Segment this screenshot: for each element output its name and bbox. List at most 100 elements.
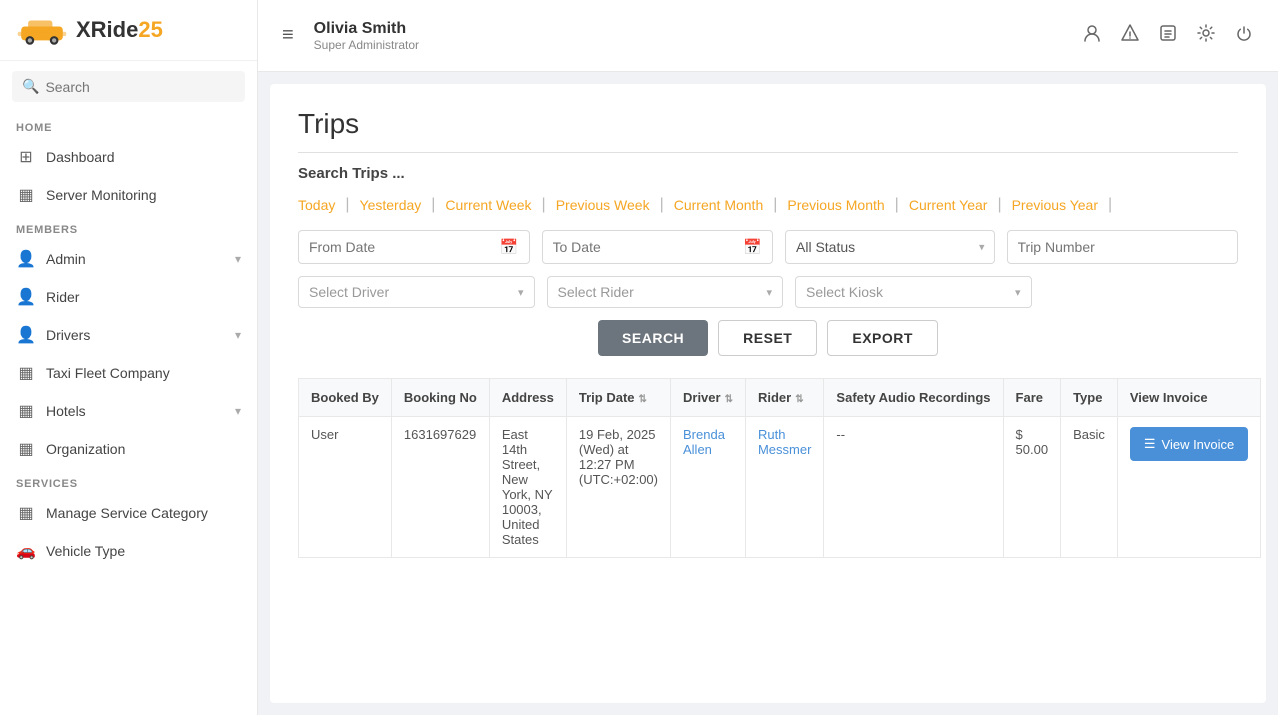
table-header-row: Booked By Booking No Address Trip Date⇅ …: [299, 379, 1261, 417]
vehicle-type-icon: 🚗: [16, 541, 36, 561]
user-profile-icon[interactable]: [1082, 23, 1102, 48]
cell-view-invoice: ☰ View Invoice: [1117, 417, 1260, 558]
sidebar-item-drivers[interactable]: 👤 Drivers ▾: [0, 316, 257, 354]
filter-link-previous-year[interactable]: Previous Year: [1002, 197, 1108, 213]
select-kiosk-dropdown[interactable]: Select Kiosk ▾: [795, 276, 1032, 308]
hotels-icon: ▦: [16, 401, 36, 421]
driver-link[interactable]: Brenda Allen: [683, 427, 725, 457]
cell-booked-by: User: [299, 417, 392, 558]
rider-sort-icon: ⇅: [795, 394, 803, 405]
select-driver-dropdown[interactable]: Select Driver ▾: [298, 276, 535, 308]
header-user-role: Super Administrator: [314, 38, 1082, 52]
date-filter-links: Today | Yesterday | Current Week | Previ…: [298, 196, 1238, 214]
from-date-calendar-icon: 📅: [500, 238, 519, 256]
from-date-input[interactable]: [309, 239, 494, 255]
chevron-down-icon: ▾: [235, 328, 241, 342]
chevron-down-icon: ▾: [235, 252, 241, 266]
server-monitoring-icon: ▦: [16, 185, 36, 205]
sidebar-item-server-monitoring[interactable]: ▦ Server Monitoring: [0, 176, 257, 214]
sidebar-logo: XRide25: [0, 0, 257, 61]
header-action-icons: [1082, 23, 1254, 48]
status-select[interactable]: All Status: [785, 230, 995, 264]
sidebar-item-vehicle-type[interactable]: 🚗 Vehicle Type: [0, 532, 257, 570]
col-booked-by: Booked By: [299, 379, 392, 417]
header: ≡ Olivia Smith Super Administrator: [258, 0, 1278, 72]
sidebar-item-rider[interactable]: 👤 Rider: [0, 278, 257, 316]
filters-row-2: Select Driver ▾ Select Rider ▾ Select Ki…: [298, 276, 1238, 308]
sidebar-section-home: HOME: [0, 112, 257, 138]
kiosk-chevron-icon: ▾: [1015, 286, 1021, 299]
cell-fare: $ 50.00: [1003, 417, 1061, 558]
cell-booking-no: 1631697629: [391, 417, 489, 558]
sidebar-search-bar[interactable]: 🔍: [12, 71, 245, 102]
export-button[interactable]: EXPORT: [827, 320, 938, 356]
header-user-name: Olivia Smith: [314, 20, 1082, 38]
col-view-invoice: View Invoice: [1117, 379, 1260, 417]
page-title: Trips: [298, 108, 1238, 153]
to-date-calendar-icon: 📅: [743, 238, 762, 256]
reset-button[interactable]: RESET: [718, 320, 817, 356]
filter-link-previous-week[interactable]: Previous Week: [546, 197, 660, 213]
invoice-list-icon: ☰: [1144, 436, 1156, 452]
sidebar-item-hotels[interactable]: ▦ Hotels ▾: [0, 392, 257, 430]
to-date-field[interactable]: 📅: [542, 230, 774, 264]
col-booking-no: Booking No: [391, 379, 489, 417]
rider-chevron-icon: ▾: [766, 286, 772, 299]
checklist-icon[interactable]: [1158, 23, 1178, 48]
search-button[interactable]: SEARCH: [598, 320, 708, 356]
from-date-field[interactable]: 📅: [298, 230, 530, 264]
sidebar-item-taxi-fleet[interactable]: ▦ Taxi Fleet Company: [0, 354, 257, 392]
hamburger-menu-icon[interactable]: ≡: [282, 24, 294, 47]
sidebar-item-dashboard[interactable]: ⊞ Dashboard: [0, 138, 257, 176]
logo-text: XRide25: [76, 17, 163, 43]
sidebar: XRide25 🔍 HOME ⊞ Dashboard ▦ Server Moni…: [0, 0, 258, 715]
col-address: Address: [489, 379, 566, 417]
sidebar-section-services: SERVICES: [0, 468, 257, 494]
action-buttons: SEARCH RESET EXPORT: [298, 320, 1238, 356]
cell-driver: Brenda Allen: [671, 417, 746, 558]
filter-link-previous-month[interactable]: Previous Month: [777, 197, 894, 213]
search-section-title: Search Trips ...: [298, 165, 1238, 182]
filter-link-current-week[interactable]: Current Week: [435, 197, 541, 213]
trip-date-sort-icon: ⇅: [639, 394, 647, 405]
driver-sort-icon: ⇅: [725, 394, 733, 405]
sidebar-item-admin[interactable]: 👤 Admin ▾: [0, 240, 257, 278]
col-driver: Driver⇅: [671, 379, 746, 417]
driver-chevron-icon: ▾: [518, 286, 524, 299]
drivers-icon: 👤: [16, 325, 36, 345]
rider-icon: 👤: [16, 287, 36, 307]
sidebar-item-organization[interactable]: ▦ Organization: [0, 430, 257, 468]
main-content: Trips Search Trips ... Today | Yesterday…: [270, 84, 1266, 703]
search-icon: 🔍: [22, 78, 39, 95]
alert-icon[interactable]: [1120, 23, 1140, 48]
filter-link-today[interactable]: Today: [298, 197, 345, 213]
filter-link-current-month[interactable]: Current Month: [664, 197, 773, 213]
col-rider: Rider⇅: [745, 379, 823, 417]
cell-address: East 14th Street, New York, NY 10003, Un…: [489, 417, 566, 558]
settings-icon[interactable]: [1196, 23, 1216, 48]
select-rider-dropdown[interactable]: Select Rider ▾: [547, 276, 784, 308]
cell-rider: Ruth Messmer: [745, 417, 823, 558]
rider-link[interactable]: Ruth Messmer: [758, 427, 811, 457]
service-category-icon: ▦: [16, 503, 36, 523]
col-trip-date: Trip Date⇅: [566, 379, 670, 417]
chevron-down-icon: ▾: [235, 404, 241, 418]
cell-safety-audio: --: [824, 417, 1003, 558]
main-area: ≡ Olivia Smith Super Administrator Trip: [258, 0, 1278, 715]
header-user-info: Olivia Smith Super Administrator: [314, 20, 1082, 52]
logo-car-icon: [16, 14, 68, 46]
power-icon[interactable]: [1234, 23, 1254, 48]
view-invoice-button[interactable]: ☰ View Invoice: [1130, 427, 1248, 461]
dashboard-icon: ⊞: [16, 147, 36, 167]
filters-row-1: 📅 📅 All Status ▾: [298, 230, 1238, 264]
filter-link-current-year[interactable]: Current Year: [899, 197, 998, 213]
table-row: User 1631697629 East 14th Street, New Yo…: [299, 417, 1261, 558]
to-date-input[interactable]: [553, 239, 738, 255]
sidebar-item-manage-service-category[interactable]: ▦ Manage Service Category: [0, 494, 257, 532]
col-fare: Fare: [1003, 379, 1061, 417]
admin-icon: 👤: [16, 249, 36, 269]
filter-link-yesterday[interactable]: Yesterday: [350, 197, 432, 213]
trips-table: Booked By Booking No Address Trip Date⇅ …: [298, 378, 1261, 558]
trip-number-input[interactable]: [1007, 230, 1239, 264]
search-input[interactable]: [45, 79, 235, 95]
